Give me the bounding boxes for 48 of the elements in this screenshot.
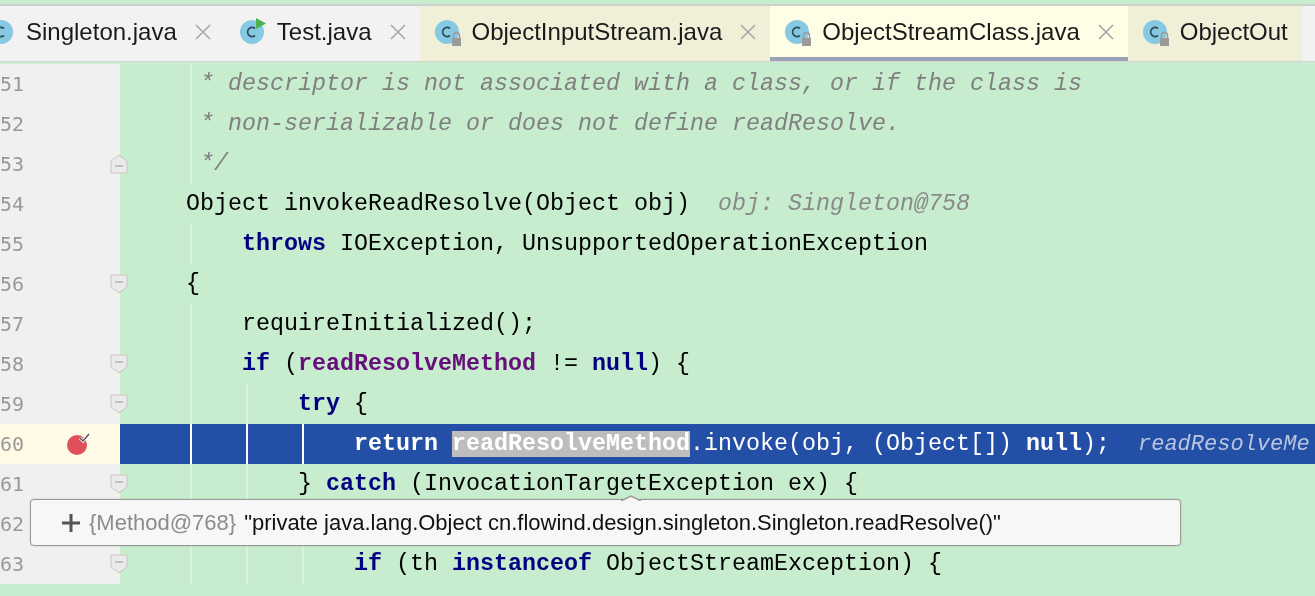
file-tab[interactable]: ObjectInputStream.java — [419, 6, 771, 61]
file-tab[interactable]: Singleton.java — [0, 6, 225, 61]
close-icon[interactable] — [1097, 23, 1114, 40]
close-icon[interactable] — [389, 23, 406, 40]
line-number: 51 — [0, 71, 22, 98]
type-label: {Method@768} — [89, 509, 237, 537]
class-run-icon — [238, 16, 269, 47]
code-line: */ — [199, 151, 228, 177]
code-line: if (readResolveMethod != null) { — [241, 351, 690, 377]
fold-icon[interactable] — [110, 554, 128, 574]
breakpoint-icon[interactable] — [66, 432, 92, 456]
code-line: } catch (InvocationTargetException ex) { — [297, 471, 858, 497]
value-text: "private java.lang.Object cn.flowind.design.singleton.Singleton.readResolve()" — [244, 509, 1001, 537]
fold-icon[interactable] — [110, 154, 128, 174]
code-line: try { — [297, 391, 368, 417]
fold-icon[interactable] — [110, 274, 128, 294]
code-line: { — [185, 271, 200, 297]
fold-icon[interactable] — [110, 474, 128, 494]
code-line: throws IOException, UnsupportedOperationException — [241, 231, 928, 257]
code-line: if (th instanceof ObjectStreamException) { — [353, 551, 942, 577]
code-line: Object invokeReadResolve(Object obj) obj: Singleton@758 — [185, 191, 970, 217]
selected-text: readResolveMethod — [452, 431, 690, 457]
code-line: * descriptor is not associated with a class, or if the class is — [199, 71, 1082, 97]
line-number: 58 — [0, 351, 22, 378]
line-number: 56 — [0, 271, 22, 298]
line-number: 63 — [0, 551, 22, 578]
code-line: * non-serializable or does not define readResolve. — [199, 111, 900, 137]
code-line: requireInitialized(); — [241, 311, 536, 337]
inline-value-hint: obj: Singleton@758 — [717, 191, 970, 217]
fold-icon[interactable] — [110, 354, 128, 374]
line-number: 59 — [0, 391, 22, 418]
inline-value-hint: readResolveMe — [1138, 432, 1310, 457]
close-icon[interactable] — [740, 23, 757, 40]
file-tab[interactable]: ObjectOut — [1127, 6, 1302, 61]
line-number: 61 — [0, 471, 22, 498]
line-number: 52 — [0, 111, 22, 138]
line-number: 62 — [0, 511, 22, 538]
expand-icon[interactable] — [61, 512, 81, 533]
close-icon[interactable] — [194, 23, 211, 40]
line-number: 60 — [0, 431, 22, 458]
line-number: 55 — [0, 231, 22, 258]
fold-icon[interactable] — [110, 394, 128, 414]
file-tab[interactable]: ObjectStreamClass.java — [770, 6, 1128, 61]
line-number: 54 — [0, 191, 22, 218]
code-text: return readResolveMethod.invoke(obj, (Object[]) null); readResolveMe — [353, 431, 1310, 457]
line-number: 53 — [0, 151, 22, 178]
file-tab[interactable]: Test.java — [224, 6, 420, 61]
line-number: 57 — [0, 311, 22, 338]
